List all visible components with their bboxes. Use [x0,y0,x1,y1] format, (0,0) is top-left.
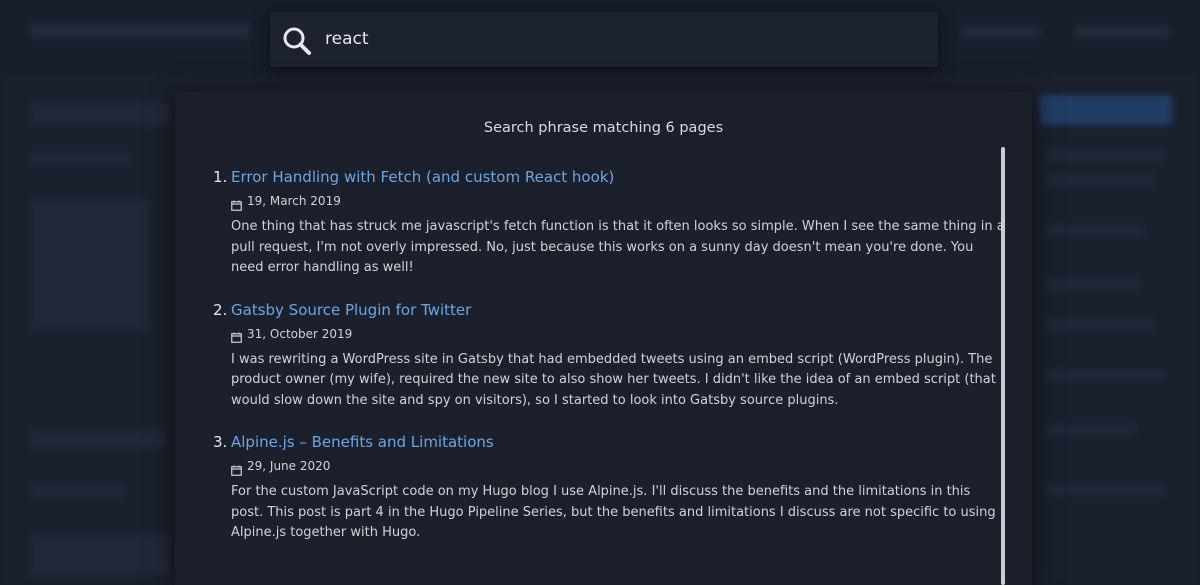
result-excerpt: For the custom JavaScript code on my Hug… [231,484,996,540]
result-number: 2. [213,300,228,319]
search-input[interactable] [325,22,915,56]
calendar-icon [231,328,242,343]
calendar-icon [231,196,242,211]
result-item: 1. Error Handling with Fetch (and custom… [213,168,1008,279]
search-results-panel: Search phrase matching 6 pages 1. Error … [175,92,1032,585]
results-count-heading: Search phrase matching 6 pages [483,120,724,136]
result-title-link[interactable]: Alpine.js – Benefits and Limitations [231,433,494,451]
result-title-link[interactable]: Error Handling with Fetch (and custom Re… [231,168,614,186]
result-list: 1. Error Handling with Fetch (and custom… [213,168,1008,566]
result-date: 29, June 2020 [247,459,331,473]
search-bar [270,12,938,67]
result-excerpt: One thing that has struck me javascript'… [231,219,1005,275]
result-date: 31, October 2019 [247,326,353,341]
result-item: 2. Gatsby Source Plugin for Twitter 31, … [213,301,1008,412]
result-number: 3. [213,433,228,451]
result-excerpt: I was rewriting a WordPress site in Gats… [231,351,996,408]
result-title-link[interactable]: Gatsby Source Plugin for Twitter [231,301,471,319]
result-number: 1. [213,168,228,186]
result-date: 19, March 2019 [247,194,341,208]
result-item: 3. Alpine.js – Benefits and Limitations … [213,433,1008,544]
search-icon [282,26,312,56]
calendar-icon [231,461,242,476]
